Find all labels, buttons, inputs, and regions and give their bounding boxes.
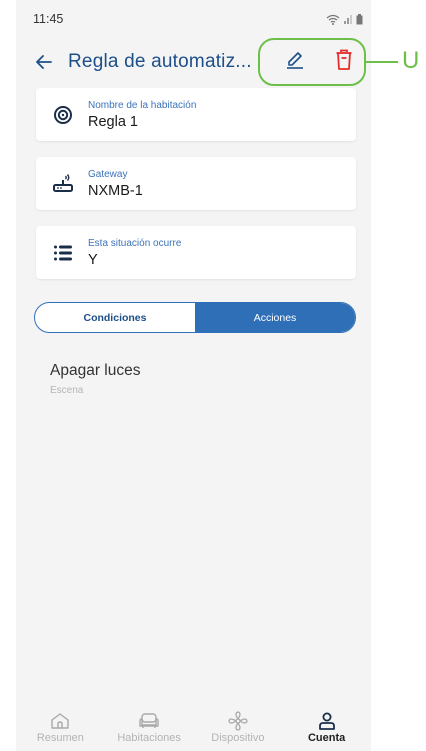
nav-resumen[interactable]: Resumen	[16, 711, 104, 744]
wifi-icon	[326, 14, 340, 25]
home-icon	[50, 711, 70, 731]
status-time: 11:45	[33, 12, 64, 26]
fan-icon	[228, 711, 248, 731]
arrow-left-icon	[36, 55, 52, 69]
battery-icon	[356, 13, 363, 24]
gateway-label: Gateway	[88, 168, 128, 180]
signal-icon	[344, 15, 352, 24]
annotation-line	[366, 61, 398, 63]
page-title: Regla de automatiz...	[68, 51, 252, 72]
status-bar: 11:45	[16, 0, 371, 38]
room-name-card[interactable]: Nombre de la habitación Regla 1	[36, 88, 356, 141]
tab-conditions[interactable]: Condiciones	[35, 303, 195, 332]
tab-switcher: Condiciones Acciones	[34, 302, 356, 333]
gateway-card[interactable]: Gateway NXMB-1	[36, 157, 356, 210]
status-icons	[326, 13, 363, 25]
sofa-icon	[138, 711, 160, 731]
room-name-label: Nombre de la habitación	[88, 99, 197, 111]
nav-cuenta[interactable]: Cuenta	[283, 711, 371, 744]
action-item-subtitle: Escena	[50, 385, 84, 396]
list-icon	[52, 242, 74, 264]
situation-value: Y	[88, 251, 98, 268]
annotation-callout: U	[402, 47, 420, 74]
nav-dispositivo-label: Dispositivo	[211, 732, 265, 744]
room-name-value: Regla 1	[88, 113, 138, 130]
gateway-value: NXMB-1	[88, 182, 143, 199]
action-item-title[interactable]: Apagar luces	[50, 362, 140, 380]
nav-resumen-label: Resumen	[36, 732, 84, 744]
tab-actions[interactable]: Acciones	[195, 303, 355, 332]
back-button[interactable]	[32, 50, 56, 74]
router-icon	[52, 173, 74, 195]
bottom-navigation: Resumen Habitaciones Dispositivo Cuenta	[16, 711, 371, 751]
annotation-highlight	[258, 38, 366, 86]
nav-habitaciones-label: Habitaciones	[117, 732, 181, 744]
phone-screen: 11:45 Regla de automatiz... Nombre de la…	[16, 0, 371, 751]
nav-habitaciones[interactable]: Habitaciones	[105, 711, 193, 744]
situation-label: Esta situación ocurre	[88, 237, 182, 249]
situation-card[interactable]: Esta situación ocurre Y	[36, 226, 356, 279]
nav-cuenta-label: Cuenta	[307, 732, 346, 744]
person-icon	[318, 711, 336, 731]
nav-dispositivo[interactable]: Dispositivo	[194, 711, 282, 744]
target-icon	[52, 104, 74, 126]
